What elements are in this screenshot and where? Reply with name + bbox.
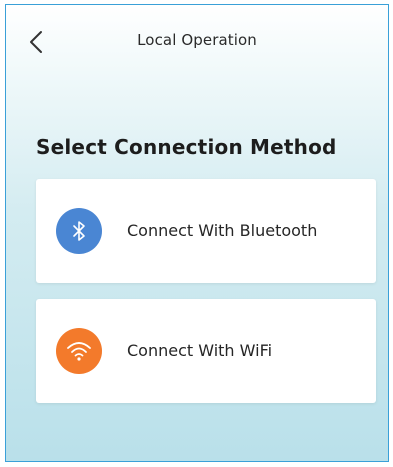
bluetooth-icon [73,221,85,241]
page-title: Local Operation [137,31,257,49]
wifi-option-label: Connect With WiFi [127,341,273,360]
connect-bluetooth-button[interactable]: Connect With Bluetooth [36,179,376,283]
app-screen: Local Operation Select Connection Method… [5,4,389,462]
connect-wifi-button[interactable]: Connect With WiFi [36,299,376,403]
wifi-icon [67,342,91,361]
wifi-icon-badge [56,328,102,374]
header-bar: Local Operation [6,5,388,79]
bluetooth-option-label: Connect With Bluetooth [127,221,318,240]
section-title: Select Connection Method [36,135,337,159]
bluetooth-icon-badge [56,208,102,254]
